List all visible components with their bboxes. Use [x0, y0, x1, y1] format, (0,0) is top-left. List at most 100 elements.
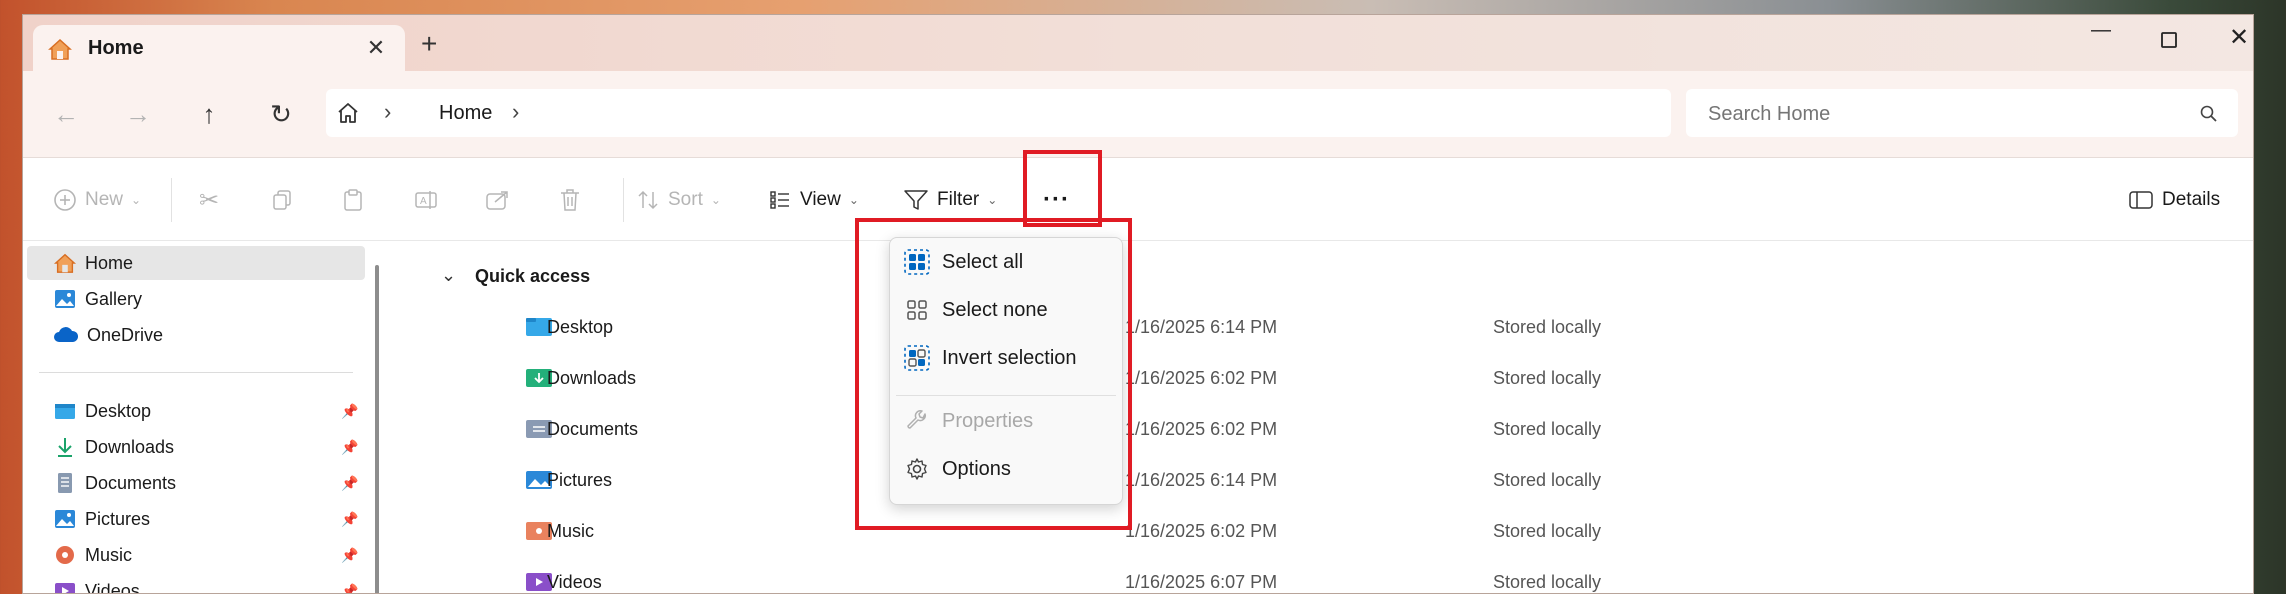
pin-icon[interactable]: 📌: [341, 403, 358, 420]
share-icon[interactable]: [485, 184, 511, 216]
sidebar-item-videos[interactable]: Videos: [53, 575, 140, 594]
tab-close-icon[interactable]: ✕: [363, 35, 389, 61]
breadcrumb-home[interactable]: Home: [439, 102, 492, 125]
toolbar-divider: [623, 178, 624, 222]
cut-icon[interactable]: ✂: [199, 184, 219, 216]
home-icon: [53, 252, 77, 274]
tab-title: Home: [88, 37, 144, 60]
section-header[interactable]: Quick access: [475, 266, 590, 287]
filter-icon: [903, 188, 929, 212]
row-date: 1/16/2025 6:14 PM: [1125, 470, 1277, 491]
documents-icon: [53, 472, 77, 494]
tab-home[interactable]: Home ✕: [33, 25, 405, 71]
row-status: Stored locally: [1493, 572, 1601, 593]
sidebar-item-label: Videos: [85, 581, 140, 594]
paste-icon[interactable]: [341, 184, 365, 216]
table-row[interactable]: Pictures 1/16/2025 6:14 PM Stored locall…: [395, 464, 1895, 496]
row-date: 1/16/2025 6:14 PM: [1125, 317, 1277, 338]
up-icon[interactable]: ↑: [191, 97, 227, 133]
refresh-icon[interactable]: ↻: [263, 97, 299, 133]
sidebar-item-documents[interactable]: Documents: [53, 467, 176, 499]
gallery-icon: [53, 288, 77, 310]
toolbar-divider: [171, 178, 172, 222]
sidebar-scrollbar[interactable]: [375, 265, 379, 594]
maximize-button[interactable]: [2149, 23, 2189, 59]
filter-button[interactable]: Filter ⌄: [903, 184, 997, 216]
minimize-button[interactable]: —: [2081, 19, 2121, 55]
copy-icon[interactable]: [270, 184, 294, 216]
view-list-icon: [768, 188, 792, 212]
row-status: Stored locally: [1493, 317, 1601, 338]
onedrive-cloud-icon: [53, 326, 79, 344]
sidebar-item-gallery[interactable]: Gallery: [53, 283, 142, 315]
row-status: Stored locally: [1493, 521, 1601, 542]
add-circle-icon: [53, 188, 77, 212]
pin-icon[interactable]: 📌: [341, 583, 358, 594]
row-name: Documents: [547, 419, 638, 440]
search-icon[interactable]: [2200, 105, 2218, 123]
forward-icon[interactable]: →: [120, 97, 156, 133]
svg-text:A: A: [420, 196, 427, 207]
sidebar-item-downloads[interactable]: Downloads: [53, 431, 174, 463]
chevron-right-icon[interactable]: ›: [512, 99, 519, 125]
row-name: Pictures: [547, 470, 612, 491]
table-row[interactable]: Downloads 1/16/2025 6:02 PM Stored local…: [395, 362, 1895, 394]
pin-icon[interactable]: 📌: [341, 439, 358, 456]
table-row[interactable]: Desktop 1/16/2025 6:14 PM Stored locally: [395, 311, 1895, 343]
row-status: Stored locally: [1493, 470, 1601, 491]
rename-icon[interactable]: A: [414, 184, 440, 216]
sort-label: Sort: [668, 189, 703, 211]
chevron-down-icon: ⌄: [987, 193, 997, 207]
new-label: New: [85, 189, 123, 211]
home-outline-icon[interactable]: [336, 101, 360, 125]
chevron-down-icon: ⌄: [131, 193, 141, 207]
sidebar-item-onedrive[interactable]: OneDrive: [53, 319, 163, 351]
sort-icon: [636, 188, 660, 212]
file-list: ⌄ Quick access Desktop 1/16/2025 6:14 PM…: [395, 241, 2254, 594]
delete-icon[interactable]: [558, 184, 582, 216]
details-pane-icon: [2128, 189, 2154, 211]
new-tab-button[interactable]: +: [421, 31, 437, 57]
table-row[interactable]: Documents 1/16/2025 6:02 PM Stored local…: [395, 413, 1895, 445]
highlight-box-more-button: [1023, 150, 1102, 227]
pin-icon[interactable]: 📌: [341, 511, 358, 528]
navigation-pane: Home Gallery OneDrive Desktop 📌 Download…: [23, 241, 393, 594]
table-row[interactable]: Music 1/16/2025 6:02 PM Stored locally: [395, 515, 1895, 547]
videos-icon: [53, 580, 77, 594]
search-input[interactable]: [1706, 99, 2180, 129]
new-button[interactable]: New ⌄: [53, 184, 141, 216]
pin-icon[interactable]: 📌: [341, 547, 358, 564]
view-button[interactable]: View ⌄: [768, 184, 859, 216]
details-button[interactable]: Details: [2128, 184, 2220, 216]
command-bar: New ⌄ ✂ A Sort ⌄ View ⌄: [23, 158, 2253, 241]
row-date: 1/16/2025 6:02 PM: [1125, 368, 1277, 389]
chevron-right-icon[interactable]: ›: [384, 99, 391, 125]
sidebar-item-desktop[interactable]: Desktop: [53, 395, 151, 427]
row-status: Stored locally: [1493, 368, 1601, 389]
details-label: Details: [2162, 189, 2220, 211]
search-box[interactable]: [1686, 89, 2238, 137]
desktop-folder-icon: [53, 401, 77, 421]
sort-button[interactable]: Sort ⌄: [636, 184, 721, 216]
sidebar-item-pictures[interactable]: Pictures: [53, 503, 150, 535]
sidebar-item-label: Documents: [85, 473, 176, 494]
close-window-button[interactable]: ✕: [2219, 23, 2254, 59]
title-bar: Home ✕ + — ✕: [23, 15, 2253, 71]
address-bar-row: ← → ↑ ↻ › Home ›: [23, 71, 2253, 158]
pin-icon[interactable]: 📌: [341, 475, 358, 492]
table-row[interactable]: Videos 1/16/2025 6:07 PM Stored locally: [395, 566, 1895, 594]
sidebar-item-music[interactable]: Music: [53, 539, 132, 571]
sidebar-item-label: Desktop: [85, 401, 151, 422]
sidebar-item-home[interactable]: Home: [53, 247, 133, 279]
row-name: Music: [547, 521, 594, 542]
back-icon[interactable]: ←: [48, 97, 84, 133]
sidebar-item-label: Gallery: [85, 289, 142, 310]
row-name: Desktop: [547, 317, 613, 338]
home-icon: [47, 38, 73, 60]
filter-label: Filter: [937, 189, 979, 211]
breadcrumb[interactable]: › Home ›: [326, 89, 1671, 137]
row-date: 1/16/2025 6:02 PM: [1125, 419, 1277, 440]
row-name: Downloads: [547, 368, 636, 389]
sidebar-divider: [39, 372, 353, 373]
collapse-chevron-icon[interactable]: ⌄: [441, 265, 456, 286]
